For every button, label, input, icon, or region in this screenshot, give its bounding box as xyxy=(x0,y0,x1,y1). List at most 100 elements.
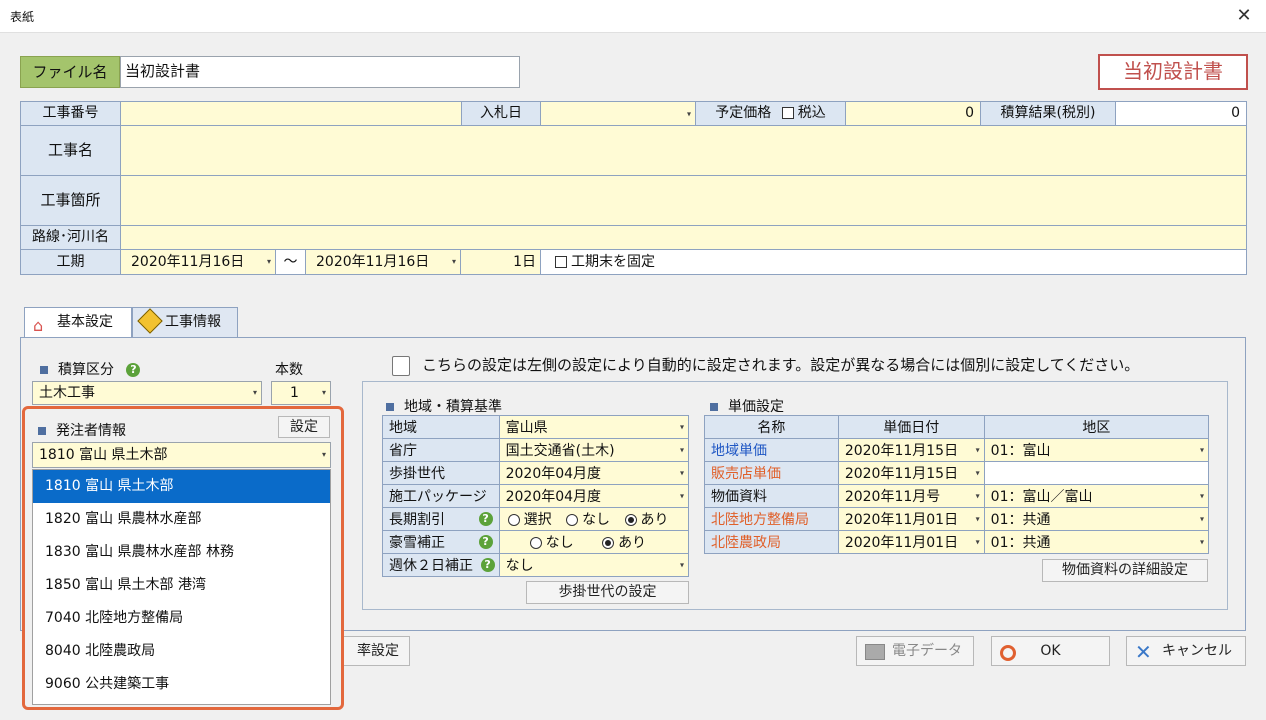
yotei-value[interactable]: 0 xyxy=(845,101,981,126)
chevron-down-icon: ▾ xyxy=(679,445,684,455)
tanka-date-select[interactable]: 2020年11月01日 ▾ xyxy=(837,507,985,531)
koji-mei-input[interactable] xyxy=(120,125,1247,176)
koki-days[interactable]: 1日 xyxy=(460,249,541,275)
choki-radio-sentaku[interactable] xyxy=(507,514,520,526)
nyusatsu-label: 入札日 xyxy=(461,101,541,126)
gosetsu-label-cell: 豪雪補正? xyxy=(382,530,500,554)
choki-radio-group: 選択 なし あり xyxy=(498,507,690,531)
cancel-button[interactable]: ✕ キャンセル xyxy=(1126,636,1246,666)
choki-radio-ari[interactable] xyxy=(624,514,637,526)
tanka-date-select[interactable]: 2020年11月15日 ▾ xyxy=(837,438,985,462)
dropdown-option[interactable]: 9060 公共建築工事 xyxy=(33,668,330,701)
dropdown-option[interactable]: 8040 北陸農政局 xyxy=(33,635,330,668)
file-name-input[interactable]: 当初設計書 xyxy=(120,56,520,88)
gosetsu-label: 豪雪補正 xyxy=(389,535,445,551)
tab-basic-label: 基本設定 xyxy=(57,314,113,330)
tanka-area-select[interactable]: 01：富山 ▾ xyxy=(983,438,1210,462)
koki-end-select[interactable]: 2020年11月16日 ▾ xyxy=(305,249,461,275)
bullet-icon xyxy=(710,403,718,411)
ok-circle-icon xyxy=(1000,645,1016,661)
yotei-label-cell: 予定価格 税込 xyxy=(695,101,846,126)
warning-sign-icon xyxy=(137,308,163,334)
gosetsu-radio-ari[interactable] xyxy=(602,537,615,549)
ok-label: OK xyxy=(1040,643,1061,659)
region-row-select[interactable]: 富山県 ▾ xyxy=(498,415,690,439)
tanka-date-select[interactable]: 2020年11月号 ▾ xyxy=(837,484,985,508)
chevron-down-icon: ▾ xyxy=(975,468,980,478)
bukake-settei-button[interactable]: 歩掛世代の設定 xyxy=(526,581,689,604)
koji-kasho-input[interactable] xyxy=(120,175,1247,226)
notice-row: こちらの設定は左側の設定により自動的に設定されます。設定が異なる場合には個別に設… xyxy=(392,354,1139,376)
choki-radio-nashi[interactable] xyxy=(566,514,579,526)
title-bar: 表紙 ✕ xyxy=(0,0,1266,32)
sekisan-value: 0 xyxy=(1115,101,1247,126)
chevron-down-icon: ▾ xyxy=(975,491,980,501)
region-row-value: 国土交通省(土木) xyxy=(505,443,615,459)
zeikomi-checkbox[interactable] xyxy=(781,107,794,119)
region-table: 地域 富山県 ▾ 省庁 国土交通省(土木) ▾ 歩掛世代 2020年04月度 ▾ 施工… xyxy=(382,415,690,577)
region-row-label: 省庁 xyxy=(382,438,500,462)
bukka-detail-button[interactable]: 物価資料の詳細設定 xyxy=(1042,559,1208,582)
hacchu-label: 発注者情報 xyxy=(56,423,126,439)
tanka-row: 地域単価 2020年11月15日 ▾ 01：富山 ▾ xyxy=(704,438,1210,462)
koki-start-value: 2020年11月16日 xyxy=(131,254,245,270)
help-icon[interactable]: ? xyxy=(478,512,493,526)
choki-option-label: 選択 xyxy=(523,512,552,528)
honsu-label: 本数 xyxy=(275,362,303,378)
chevron-down-icon: ▾ xyxy=(1199,445,1204,455)
dropdown-option[interactable]: 1810 富山 県土木部 xyxy=(33,470,330,503)
help-icon[interactable]: ? xyxy=(478,535,493,549)
tanka-area-select[interactable]: 01：共通 ▾ xyxy=(983,530,1210,554)
tanka-area-select[interactable]: 01：共通 ▾ xyxy=(983,507,1210,531)
chevron-down-icon: ▾ xyxy=(975,445,980,455)
close-icon[interactable]: ✕ xyxy=(1232,4,1256,28)
tab-basic[interactable]: ⌂ 基本設定 xyxy=(24,307,132,338)
gosetsu-option-label: なし xyxy=(545,535,574,551)
cancel-label: キャンセル xyxy=(1162,643,1232,659)
rosen-input[interactable] xyxy=(120,225,1247,250)
chevron-down-icon: ▾ xyxy=(266,257,271,266)
chevron-down-icon: ▾ xyxy=(686,109,691,118)
tanka-date-select[interactable]: 2020年11月01日 ▾ xyxy=(837,530,985,554)
tanka-col-area: 地区 xyxy=(983,415,1210,439)
tanka-area-value: 01：富山／富山 xyxy=(990,489,1093,505)
help-icon[interactable]: ? xyxy=(126,363,141,377)
sekisan-kubun-select[interactable]: 土木工事 ▾ xyxy=(32,381,262,405)
tanka-date-value: 2020年11月01日 xyxy=(844,512,959,528)
chevron-down-icon: ▾ xyxy=(321,450,326,459)
region-row-select[interactable]: 2020年04月度 ▾ xyxy=(498,484,690,508)
header-grid: 工事番号 入札日 ▾ 予定価格 税込 0 積算結果(税別) 0 工事名 工事箇所… xyxy=(20,101,1247,275)
chevron-down-icon: ▾ xyxy=(1199,514,1204,524)
help-icon[interactable]: ? xyxy=(480,558,495,572)
tanka-heading: 単価設定 xyxy=(710,396,784,416)
tanka-name: 北陸地方整備局 xyxy=(704,507,839,531)
hacchu-settei-button[interactable]: 設定 xyxy=(278,416,330,438)
tanka-area-empty xyxy=(983,461,1210,485)
hacchu-select[interactable]: 1810 富山 県土木部 ▾ xyxy=(32,442,331,468)
ok-button[interactable]: OK xyxy=(991,636,1110,666)
dropdown-option[interactable]: 1820 富山 県農林水産部 xyxy=(33,503,330,536)
tab-koji-info[interactable]: 工事情報 xyxy=(132,307,238,338)
gosetsu-row: 豪雪補正? なし あり xyxy=(382,530,690,554)
koki-start-select[interactable]: 2020年11月16日 ▾ xyxy=(120,249,276,275)
dropdown-option[interactable]: 1850 富山 県土木部 港湾 xyxy=(33,569,330,602)
region-row: 歩掛世代 2020年04月度 ▾ xyxy=(382,461,690,485)
chevron-down-icon: ▾ xyxy=(975,514,980,524)
tanka-date-select[interactable]: 2020年11月15日 ▾ xyxy=(837,461,985,485)
nyusatsu-date-select[interactable]: ▾ xyxy=(540,101,696,126)
dropdown-option[interactable]: 7040 北陸地方整備局 xyxy=(33,602,330,635)
cross-icon: ✕ xyxy=(1135,640,1152,664)
region-row-select[interactable]: 2020年04月度 ▾ xyxy=(498,461,690,485)
region-row-select[interactable]: 国土交通省(土木) ▾ xyxy=(498,438,690,462)
koki-fix-checkbox[interactable] xyxy=(555,256,567,268)
koji-bango-input[interactable] xyxy=(120,101,462,126)
ritsu-settei-label: 率設定 xyxy=(357,643,399,659)
dropdown-option[interactable]: 1830 富山 県農林水産部 林務 xyxy=(33,536,330,569)
shukyu-select[interactable]: なし ▾ xyxy=(498,553,690,577)
tanka-area-value: 01：共通 xyxy=(990,535,1051,551)
honsu-value: 1 xyxy=(290,385,299,401)
tanka-area-select[interactable]: 01：富山／富山 ▾ xyxy=(983,484,1210,508)
gosetsu-radio-nashi[interactable] xyxy=(529,537,542,549)
honsu-select[interactable]: 1 ▾ xyxy=(271,381,331,405)
choki-label-cell: 長期割引? xyxy=(382,507,500,531)
